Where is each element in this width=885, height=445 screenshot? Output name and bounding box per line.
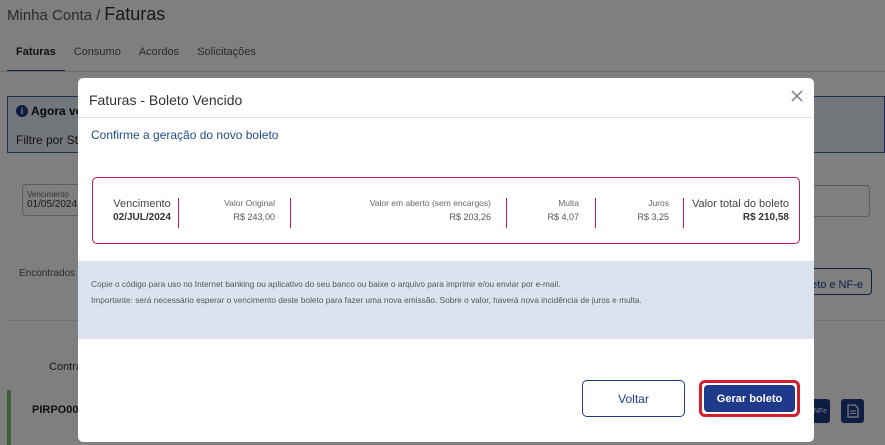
- summary-divider: [506, 198, 507, 228]
- valor-aberto-value: R$ 203,26: [449, 212, 491, 222]
- summary-juros: Juros R$ 3,25: [603, 198, 669, 228]
- modal-title: Faturas - Boleto Vencido: [89, 92, 243, 108]
- summary-valor-aberto: Valor em aberto (sem encargos) R$ 203,26: [303, 198, 491, 228]
- summary-divider: [178, 198, 179, 228]
- summary-vencimento: Vencimento 02/JUL/2024: [103, 198, 181, 228]
- juros-value: R$ 3,25: [637, 212, 669, 222]
- modal-header: Faturas - Boleto Vencido: [78, 78, 814, 118]
- gerar-boleto-button[interactable]: Gerar boleto: [704, 385, 795, 412]
- notice-instructions: Copie o código para uso no Internet bank…: [91, 279, 561, 289]
- total-label: Valor total do boleto: [691, 198, 789, 210]
- summary-total: Valor total do boleto R$ 210,58: [691, 198, 789, 228]
- close-button[interactable]: [787, 86, 807, 106]
- valor-original-label: Valor Original: [224, 198, 275, 208]
- vencimento-label: Vencimento: [113, 198, 171, 210]
- gerar-boleto-highlight: Gerar boleto: [699, 380, 800, 417]
- juros-label: Juros: [648, 198, 669, 208]
- vencimento-value: 02/JUL/2024: [113, 212, 171, 223]
- summary-divider: [595, 198, 596, 228]
- summary-divider: [290, 198, 291, 228]
- close-icon: [791, 90, 803, 102]
- summary-valor-original: Valor Original R$ 243,00: [193, 198, 275, 228]
- voltar-button[interactable]: Voltar: [582, 380, 685, 417]
- notice-important: Importante: será necessário esperar o ve…: [91, 295, 642, 305]
- notice-box: Copie o código para uso no Internet bank…: [78, 261, 814, 339]
- multa-label: Multa: [558, 198, 579, 208]
- total-value: R$ 210,58: [742, 212, 789, 223]
- multa-value: R$ 4,07: [547, 212, 579, 222]
- summary-divider: [683, 198, 684, 228]
- confirm-message: Confirme a geração do novo boleto: [91, 128, 279, 142]
- summary-multa: Multa R$ 4,07: [513, 198, 579, 228]
- valor-aberto-label: Valor em aberto (sem encargos): [369, 198, 491, 208]
- valor-original-value: R$ 243,00: [233, 212, 275, 222]
- boleto-vencido-modal: Faturas - Boleto Vencido Confirme a gera…: [78, 78, 814, 442]
- boleto-summary-card: Vencimento 02/JUL/2024 Valor Original R$…: [92, 177, 800, 244]
- footer-divider: [78, 338, 814, 339]
